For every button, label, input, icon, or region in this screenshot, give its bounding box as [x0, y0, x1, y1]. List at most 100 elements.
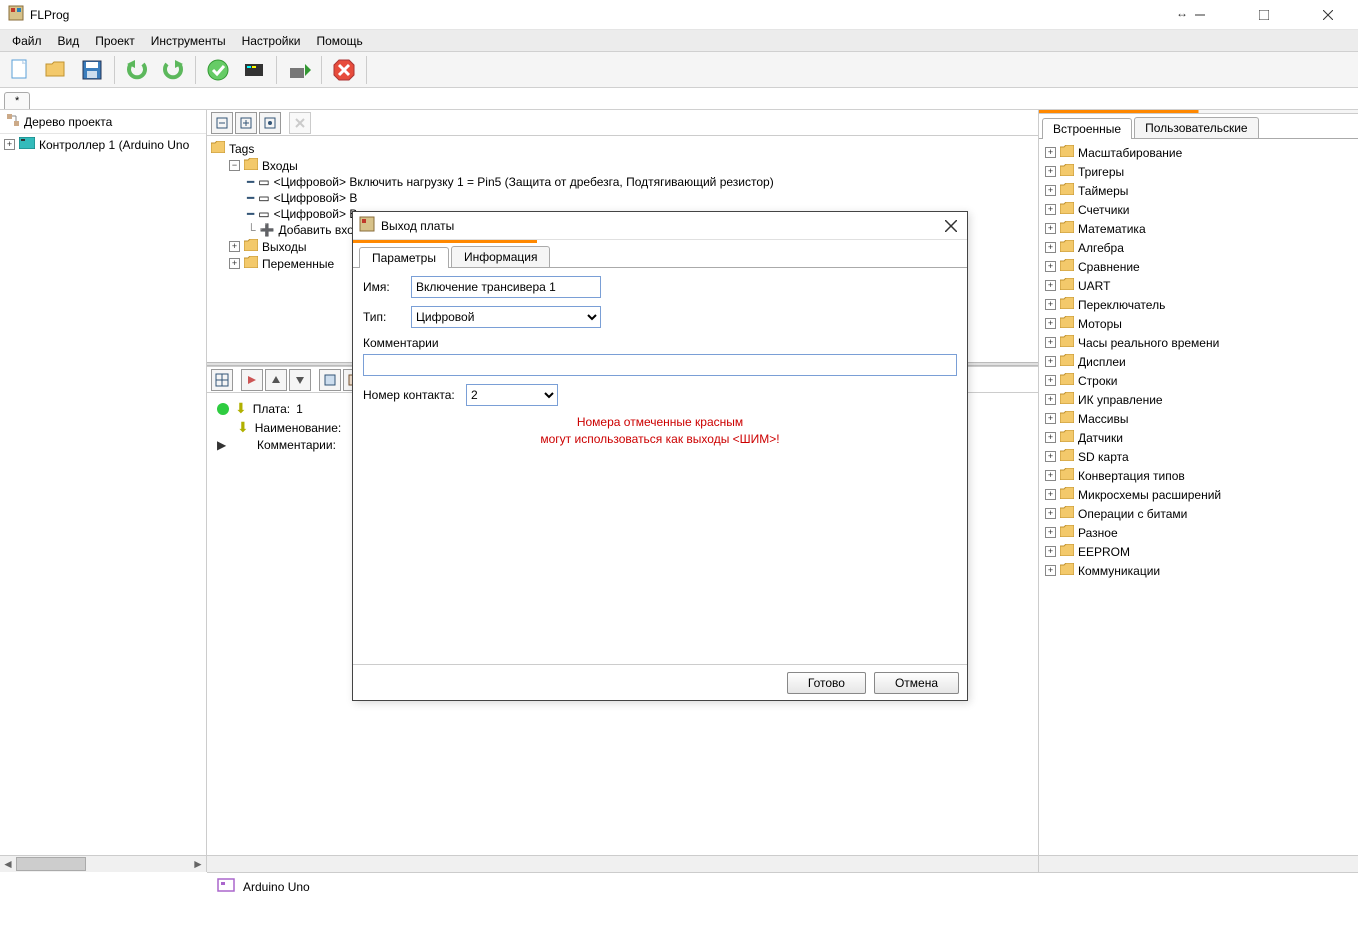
input-item[interactable]: <Цифровой> В	[274, 207, 358, 221]
controller-node[interactable]: Контроллер 1 (Arduino Uno	[39, 138, 189, 152]
menu-view[interactable]: Вид	[52, 32, 86, 50]
right-h-scrollbar[interactable]	[1039, 855, 1358, 872]
dialog-close-button[interactable]	[941, 216, 961, 236]
expander-icon[interactable]: +	[1045, 451, 1056, 462]
expander-icon[interactable]: +	[1045, 185, 1056, 196]
library-item[interactable]: +SD карта	[1041, 447, 1356, 466]
expander-icon[interactable]: +	[1045, 432, 1056, 443]
type-select[interactable]: Цифровой	[411, 306, 601, 328]
library-item[interactable]: +Разное	[1041, 523, 1356, 542]
upload-button[interactable]	[283, 54, 315, 86]
library-item[interactable]: +Сравнение	[1041, 257, 1356, 276]
expander-icon[interactable]: +	[1045, 565, 1056, 576]
expander-icon[interactable]: −	[229, 160, 240, 171]
library-item[interactable]: +Датчики	[1041, 428, 1356, 447]
library-item[interactable]: +Моторы	[1041, 314, 1356, 333]
library-item[interactable]: +Строки	[1041, 371, 1356, 390]
expander-icon[interactable]: +	[1045, 280, 1056, 291]
add-input-node[interactable]: Добавить вход	[278, 223, 360, 237]
expander-icon[interactable]: +	[1045, 223, 1056, 234]
mid-btn-3[interactable]	[259, 112, 281, 134]
new-file-button[interactable]	[4, 54, 36, 86]
menu-help[interactable]: Помощь	[310, 32, 368, 50]
library-tree[interactable]: +Масштабирование+Тригеры+Таймеры+Счетчик…	[1039, 139, 1358, 855]
dialog-tab-info[interactable]: Информация	[451, 246, 550, 267]
expander-icon[interactable]: +	[1045, 375, 1056, 386]
lower-scrollbar[interactable]	[207, 855, 1038, 872]
library-item[interactable]: +Алгебра	[1041, 238, 1356, 257]
menu-project[interactable]: Проект	[89, 32, 141, 50]
expander-icon[interactable]: +	[1045, 413, 1056, 424]
expander-icon[interactable]: +	[229, 241, 240, 252]
inputs-node[interactable]: Входы	[262, 159, 298, 173]
lower-btn-down[interactable]	[289, 369, 311, 391]
expander-icon[interactable]: +	[4, 139, 15, 150]
library-item[interactable]: +Дисплеи	[1041, 352, 1356, 371]
lower-btn-nav[interactable]	[241, 369, 263, 391]
tab-builtin[interactable]: Встроенные	[1042, 118, 1132, 139]
vars-node[interactable]: Переменные	[262, 257, 334, 271]
mid-btn-2[interactable]	[235, 112, 257, 134]
stop-button[interactable]	[328, 54, 360, 86]
library-item[interactable]: +Часы реального времени	[1041, 333, 1356, 352]
check-button[interactable]	[202, 54, 234, 86]
library-item[interactable]: +EEPROM	[1041, 542, 1356, 561]
dialog-tab-params[interactable]: Параметры	[359, 247, 449, 268]
scroll-right-icon[interactable]: ►	[190, 856, 206, 872]
scroll-left-icon[interactable]: ◄	[0, 856, 16, 872]
left-scrollbar[interactable]: ◄ ►	[0, 855, 206, 872]
expander-icon[interactable]: +	[229, 258, 240, 269]
expander-icon[interactable]: +	[1045, 527, 1056, 538]
menu-settings[interactable]: Настройки	[236, 32, 307, 50]
expander-icon[interactable]: +	[1045, 337, 1056, 348]
library-item[interactable]: +Микросхемы расширений	[1041, 485, 1356, 504]
expander-icon[interactable]: +	[1045, 546, 1056, 557]
library-item[interactable]: +Переключатель	[1041, 295, 1356, 314]
scroll-thumb[interactable]	[16, 857, 86, 871]
outputs-node[interactable]: Выходы	[262, 240, 307, 254]
mid-btn-1[interactable]	[211, 112, 233, 134]
dialog-cancel-button[interactable]: Отмена	[874, 672, 959, 694]
redo-button[interactable]	[157, 54, 189, 86]
library-item[interactable]: +Операции с битами	[1041, 504, 1356, 523]
expander-icon[interactable]: +	[1045, 166, 1056, 177]
tab-user[interactable]: Пользовательские	[1134, 117, 1259, 138]
library-item[interactable]: +Коммуникации	[1041, 561, 1356, 580]
input-item[interactable]: <Цифровой> В	[274, 191, 358, 205]
document-tab[interactable]: *	[4, 92, 30, 109]
lower-btn-grid[interactable]	[211, 369, 233, 391]
library-item[interactable]: +UART	[1041, 276, 1356, 295]
library-item[interactable]: +Математика	[1041, 219, 1356, 238]
library-item[interactable]: +Конвертация типов	[1041, 466, 1356, 485]
lower-btn-up[interactable]	[265, 369, 287, 391]
expander-icon[interactable]: +	[1045, 470, 1056, 481]
lower-btn-tool1[interactable]	[319, 369, 341, 391]
expander-icon[interactable]: +	[1045, 489, 1056, 500]
expander-icon[interactable]: +	[1045, 318, 1056, 329]
expander-icon[interactable]: +	[1045, 147, 1056, 158]
expander-icon[interactable]: +	[1045, 204, 1056, 215]
undo-button[interactable]	[121, 54, 153, 86]
expander-icon[interactable]: +	[1045, 242, 1056, 253]
expander-icon[interactable]: +	[1045, 508, 1056, 519]
library-item[interactable]: +ИК управление	[1041, 390, 1356, 409]
library-item[interactable]: +Счетчики	[1041, 200, 1356, 219]
contact-select[interactable]: 2	[466, 384, 558, 406]
library-item[interactable]: +Тригеры	[1041, 162, 1356, 181]
save-button[interactable]	[76, 54, 108, 86]
library-item[interactable]: +Масштабирование	[1041, 143, 1356, 162]
menu-tools[interactable]: Инструменты	[145, 32, 232, 50]
maximize-button[interactable]	[1242, 1, 1286, 29]
compile-button[interactable]	[238, 54, 270, 86]
library-item[interactable]: +Таймеры	[1041, 181, 1356, 200]
expander-icon[interactable]: +	[1045, 394, 1056, 405]
close-button[interactable]	[1306, 1, 1350, 29]
expander-icon[interactable]: +	[1045, 356, 1056, 367]
open-file-button[interactable]	[40, 54, 72, 86]
dialog-ok-button[interactable]: Готово	[787, 672, 866, 694]
expander-icon[interactable]: +	[1045, 261, 1056, 272]
comments-input[interactable]	[363, 354, 957, 376]
expander-icon[interactable]: +	[1045, 299, 1056, 310]
menu-file[interactable]: Файл	[6, 32, 48, 50]
name-input[interactable]	[411, 276, 601, 298]
